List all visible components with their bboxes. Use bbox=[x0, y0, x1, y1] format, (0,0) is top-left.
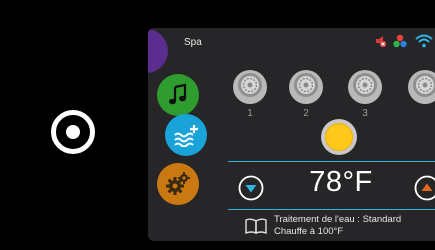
water-heat-button[interactable] bbox=[165, 114, 207, 156]
divider bbox=[228, 209, 435, 210]
jet-label-2: 2 bbox=[303, 108, 309, 119]
jet-button-2[interactable] bbox=[289, 70, 323, 104]
no-sound-icon bbox=[373, 34, 387, 53]
spa-touch-screen: Spa 1 2 3 78°F Traitement de l'eau: Sta… bbox=[148, 28, 435, 241]
status-bar: Spa bbox=[148, 28, 435, 56]
home-button[interactable] bbox=[51, 110, 95, 154]
divider bbox=[228, 161, 435, 162]
chevron-up-icon bbox=[414, 175, 435, 201]
music-note-icon bbox=[166, 83, 190, 107]
temperature-down-button[interactable] bbox=[238, 175, 264, 201]
book-icon bbox=[245, 218, 267, 239]
light-button[interactable] bbox=[321, 119, 357, 155]
jet-icon bbox=[412, 72, 435, 103]
jet-icon bbox=[352, 72, 378, 103]
wifi-icon bbox=[415, 34, 433, 53]
temperature-up-button[interactable] bbox=[414, 175, 435, 201]
chevron-down-icon bbox=[238, 175, 264, 201]
page-title: Spa bbox=[184, 37, 202, 48]
light-bulb-icon bbox=[325, 123, 353, 151]
jet-button-4[interactable] bbox=[408, 70, 435, 104]
jet-icon bbox=[237, 72, 263, 103]
jet-label-1: 1 bbox=[247, 108, 253, 119]
jet-label-3: 3 bbox=[362, 108, 368, 119]
jet-button-1[interactable] bbox=[233, 70, 267, 104]
water-treatment-status: Traitement de l'eau : Standard bbox=[274, 214, 402, 225]
heating-status: Chauffe à 100°F bbox=[274, 226, 344, 237]
settings-button[interactable] bbox=[157, 163, 199, 205]
jet-icon bbox=[293, 72, 319, 103]
music-button[interactable] bbox=[157, 74, 199, 116]
temperature-display: 78°F bbox=[309, 166, 373, 198]
home-button-dot bbox=[66, 125, 80, 139]
gear-icon bbox=[165, 171, 191, 197]
jet-button-3[interactable] bbox=[348, 70, 382, 104]
color-dots-icon bbox=[392, 34, 408, 53]
water-heat-icon bbox=[172, 123, 200, 147]
